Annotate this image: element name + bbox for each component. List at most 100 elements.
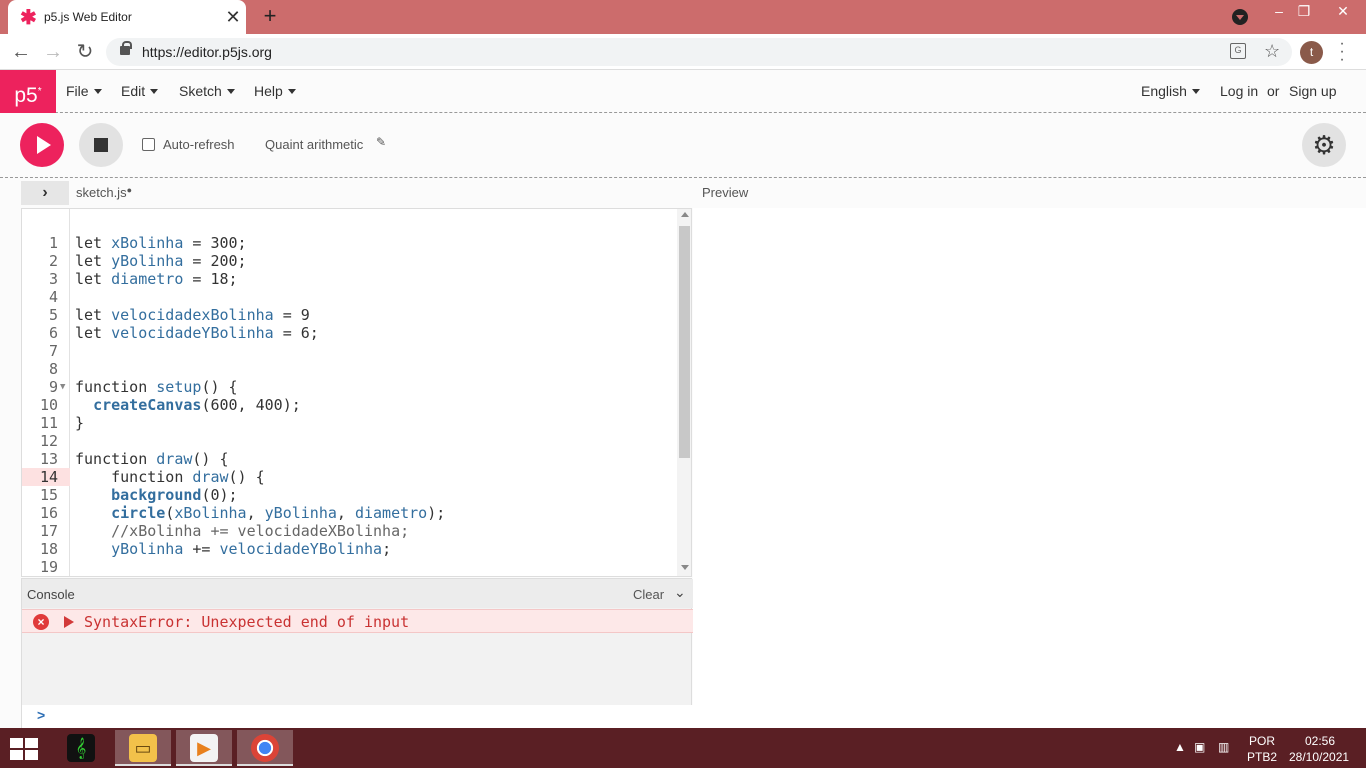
network-icon[interactable]: ▥ (1218, 740, 1229, 754)
scroll-up-arrow-icon[interactable] (681, 212, 689, 217)
caret-down-icon (150, 89, 159, 94)
unsaved-dot-icon: ● (126, 185, 133, 195)
code-token: draw (156, 450, 193, 468)
code-token: xBolinha (111, 234, 184, 252)
preview-canvas-area[interactable] (693, 208, 1366, 728)
tray-app-icon[interactable]: ▣ (1194, 740, 1205, 754)
avatar[interactable]: t (1300, 41, 1323, 64)
code-token: let (75, 234, 112, 252)
error-message: SyntaxError: Unexpected end of input (84, 613, 410, 631)
line-number: 10 (39, 396, 58, 414)
code-token: yBolinha (264, 504, 337, 522)
profile-menu-icon[interactable] (1232, 9, 1248, 25)
forward-arrow-icon[interactable]: → (41, 40, 65, 64)
sketch-name[interactable]: Quaint arithmetic (265, 137, 363, 152)
sidebar-toggle-chevron-icon[interactable]: › (21, 181, 69, 205)
reload-icon[interactable]: ↻ (73, 40, 97, 64)
back-arrow-icon[interactable]: ← (9, 40, 33, 64)
console-clear-button[interactable]: Clear (633, 587, 664, 602)
code-token: () { (201, 378, 238, 396)
clock-date[interactable]: 28/10/2021 (1289, 750, 1349, 764)
restore-button[interactable]: ❐ (1290, 0, 1318, 24)
code-editor[interactable]: 1 let xBolinha = 300; 2 let yBolinha = 200;… (21, 208, 692, 577)
input-language-top[interactable]: POR (1249, 734, 1275, 748)
code-token: , (336, 504, 355, 522)
menu-edit-label: Edit (121, 83, 146, 99)
taskbar-music-app[interactable]: 𝄞 (53, 730, 109, 766)
play-icon (37, 136, 51, 154)
console-panel: Console Clear ⌄ × SyntaxError: Unexpecte… (21, 578, 693, 729)
expand-triangle-icon[interactable] (64, 616, 74, 628)
language-selector[interactable]: English (1141, 83, 1200, 99)
play-button[interactable] (20, 123, 64, 167)
code-token: //xBolinha += velocidadeXBolinha; (75, 522, 410, 540)
editor-scrollbar[interactable] (677, 209, 691, 576)
url-omnibox[interactable]: https://editor.p5js.org G ☆ (106, 38, 1292, 66)
bookmark-star-icon[interactable]: ☆ (1264, 41, 1280, 62)
input-language-bottom[interactable]: PTB2 (1247, 750, 1277, 764)
line-number: 18 (39, 540, 58, 558)
caret-down-icon (93, 89, 102, 94)
editor-main: › sketch.js● Preview 1 let xBolinha = 300… (0, 178, 1366, 729)
menu-edit[interactable]: Edit (121, 83, 159, 99)
start-pane (25, 738, 38, 748)
media-player-icon: ▶ (190, 734, 218, 762)
line-code: //xBolinha += velocidadeXBolinha; (75, 522, 409, 540)
code-token: velocidadexBolinha (111, 306, 274, 324)
line-number: 9 (48, 378, 58, 396)
code-token: (0); (201, 486, 238, 504)
line-code: let velocidadexBolinha = 9 (75, 306, 310, 324)
auto-refresh-label[interactable]: Auto-refresh (163, 137, 235, 152)
browser-menu-icon[interactable]: · · · (1334, 36, 1350, 68)
line-code: createCanvas(600, 400); (75, 396, 301, 414)
line-code: let yBolinha = 200; (75, 252, 247, 270)
tray-up-caret-icon[interactable]: ▲ (1174, 740, 1186, 754)
console-title: Console (27, 587, 75, 602)
line-code: let velocidadeYBolinha = 6; (75, 324, 319, 342)
scrollbar-thumb[interactable] (679, 226, 690, 458)
line-number: 1 (48, 234, 58, 252)
taskbar-chrome[interactable] (237, 730, 293, 766)
auto-refresh-checkbox[interactable] (142, 138, 155, 151)
stop-button[interactable] (79, 123, 123, 167)
code-token: = 6; (273, 324, 319, 342)
menu-help[interactable]: Help (254, 83, 296, 99)
line-number: 12 (39, 432, 58, 450)
lock-icon[interactable] (120, 41, 132, 55)
taskbar-file-explorer[interactable]: ▭ (115, 730, 171, 766)
windows-taskbar: 𝄞 ▭ ▶ ▲ ▣ ▥ POR PTB2 02:56 28/10/2021 (0, 728, 1366, 768)
scroll-down-arrow-icon[interactable] (681, 565, 689, 570)
window-close-button[interactable]: ✕ (1320, 0, 1366, 24)
language-label: English (1141, 83, 1187, 99)
file-tab-sketch-js[interactable]: sketch.js● (76, 185, 132, 200)
login-link[interactable]: Log in (1220, 83, 1258, 99)
menu-help-label: Help (254, 83, 283, 99)
line-number: 4 (48, 288, 58, 306)
code-token: = 18; (183, 270, 238, 288)
browser-tab[interactable]: ✱ p5.js Web Editor ✕ (8, 0, 246, 34)
taskbar-media-player[interactable]: ▶ (176, 730, 232, 766)
settings-gear-icon[interactable]: ⚙ (1302, 123, 1346, 167)
console-input[interactable]: > (22, 705, 693, 729)
line-code: yBolinha += velocidadeYBolinha; (75, 540, 391, 558)
windows-start-icon[interactable] (10, 738, 40, 760)
translate-icon[interactable]: G (1230, 43, 1246, 59)
line-code: let xBolinha = 300; (75, 234, 247, 252)
address-bar: ← → ↻ https://editor.p5js.org G ☆ t · · · (0, 34, 1366, 70)
console-error-row[interactable]: × SyntaxError: Unexpected end of input (22, 609, 693, 633)
close-tab-icon[interactable]: ✕ (220, 7, 246, 28)
new-tab-button[interactable]: + (258, 4, 282, 28)
line-number: 16 (39, 504, 58, 522)
menu-file[interactable]: File (66, 83, 102, 99)
edit-pencil-icon[interactable]: ✎ (376, 135, 386, 149)
clock-time[interactable]: 02:56 (1305, 734, 1335, 748)
signup-link[interactable]: Sign up (1289, 83, 1336, 99)
menu-sketch[interactable]: Sketch (179, 83, 235, 99)
line-number: 14 (39, 468, 58, 486)
fold-arrow-icon[interactable]: ▼ (60, 378, 65, 396)
collapse-chevron-icon[interactable]: ⌄ (674, 584, 686, 601)
caret-down-icon (1191, 89, 1200, 94)
p5-logo[interactable]: p5* (0, 70, 56, 113)
url-text[interactable]: https://editor.p5js.org (142, 44, 272, 60)
